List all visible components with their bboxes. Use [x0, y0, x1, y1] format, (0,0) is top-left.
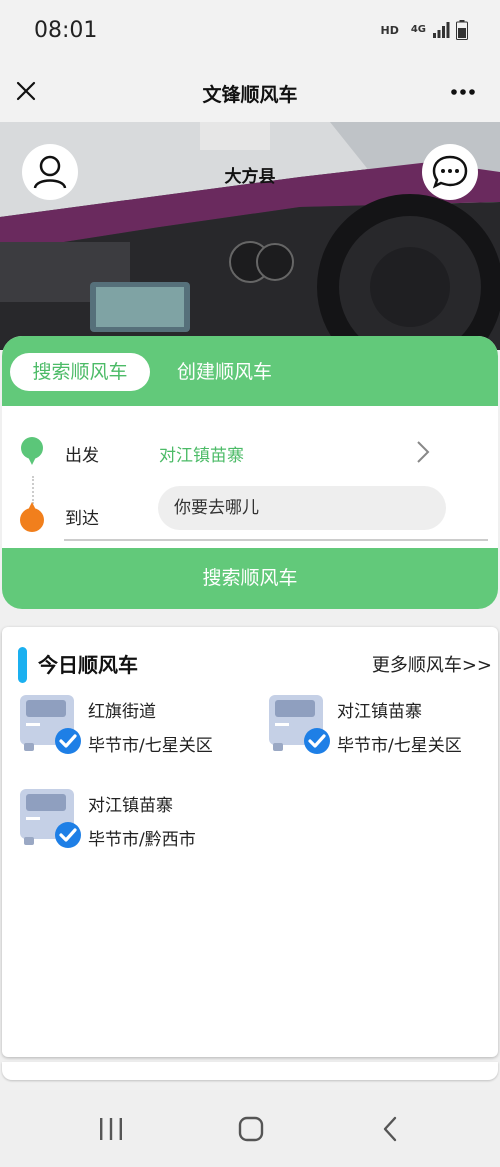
chat-button[interactable] — [422, 144, 478, 200]
departure-pin-icon — [21, 437, 43, 465]
recent-apps-icon[interactable] — [98, 1117, 124, 1141]
city-label[interactable]: 大方县 — [200, 162, 300, 187]
status-time: 08:01 — [34, 18, 98, 43]
bus-icon — [20, 695, 81, 754]
ride-item[interactable]: 对江镇苗寨 毕节市/黔西市 — [18, 787, 258, 857]
chat-bubble-icon — [432, 155, 468, 189]
tab-create-ride[interactable]: 创建顺风车 — [177, 353, 272, 391]
ride-item[interactable]: 红旗街道 毕节市/七星关区 — [18, 693, 258, 763]
arrival-label: 到达 — [65, 509, 99, 529]
ride-city: 毕节市/七星关区 — [88, 736, 213, 756]
bus-icon — [20, 789, 81, 848]
more-dots-icon — [451, 89, 475, 95]
section-accent-bar — [18, 647, 27, 683]
status-bar: 08:01 HD 4G — [0, 0, 500, 62]
system-nav-bar — [0, 1090, 500, 1167]
chevron-right-icon[interactable] — [410, 438, 436, 466]
ride-item[interactable]: 对江镇苗寨 毕节市/七星关区 — [267, 693, 500, 763]
ride-city: 毕节市/黔西市 — [88, 830, 196, 850]
departure-label: 出发 — [65, 446, 99, 466]
title-bar: 文锋顺风车 — [0, 62, 500, 122]
departure-value[interactable]: 对江镇苗寨 — [159, 441, 244, 466]
hd-label: HD — [380, 23, 399, 37]
network-label: 4G — [410, 24, 426, 35]
ride-name: 红旗街道 — [88, 702, 156, 722]
avatar-button[interactable] — [22, 144, 78, 200]
ride-name: 对江镇苗寨 — [337, 702, 422, 722]
more-rides-link[interactable]: 更多顺风车>> — [372, 651, 492, 677]
page-title: 文锋顺风车 — [202, 84, 298, 106]
status-icons: HD 4G — [380, 20, 468, 40]
tab-search-ride[interactable]: 搜索顺风车 — [10, 353, 150, 391]
home-icon[interactable] — [238, 1116, 264, 1142]
bottom-card-edge — [2, 1062, 498, 1080]
bus-icon — [269, 695, 330, 754]
ride-city: 毕节市/七星关区 — [337, 736, 462, 756]
section-title: 今日顺风车 — [38, 653, 138, 677]
today-rides-card: 今日顺风车 更多顺风车>> 红旗街道 毕节市/七星关区 对江镇苗寨 毕节市/七星… — [2, 627, 498, 1057]
more-button[interactable] — [448, 78, 478, 106]
user-icon — [33, 155, 67, 189]
search-card: 搜索顺风车 创建顺风车 出发 对江镇苗寨 到达 搜索顺风车 — [2, 336, 498, 609]
destination-input[interactable] — [158, 486, 446, 530]
battery-icon — [456, 20, 468, 40]
signal-icon — [433, 22, 450, 38]
ride-name: 对江镇苗寨 — [88, 796, 173, 816]
search-card-tabs: 搜索顺风车 创建顺风车 — [2, 336, 498, 406]
back-icon[interactable] — [380, 1116, 402, 1142]
divider — [64, 539, 488, 541]
arrival-pin-icon — [20, 502, 44, 532]
search-button[interactable]: 搜索顺风车 — [2, 548, 498, 609]
hero-banner: 大方县 — [0, 122, 500, 350]
